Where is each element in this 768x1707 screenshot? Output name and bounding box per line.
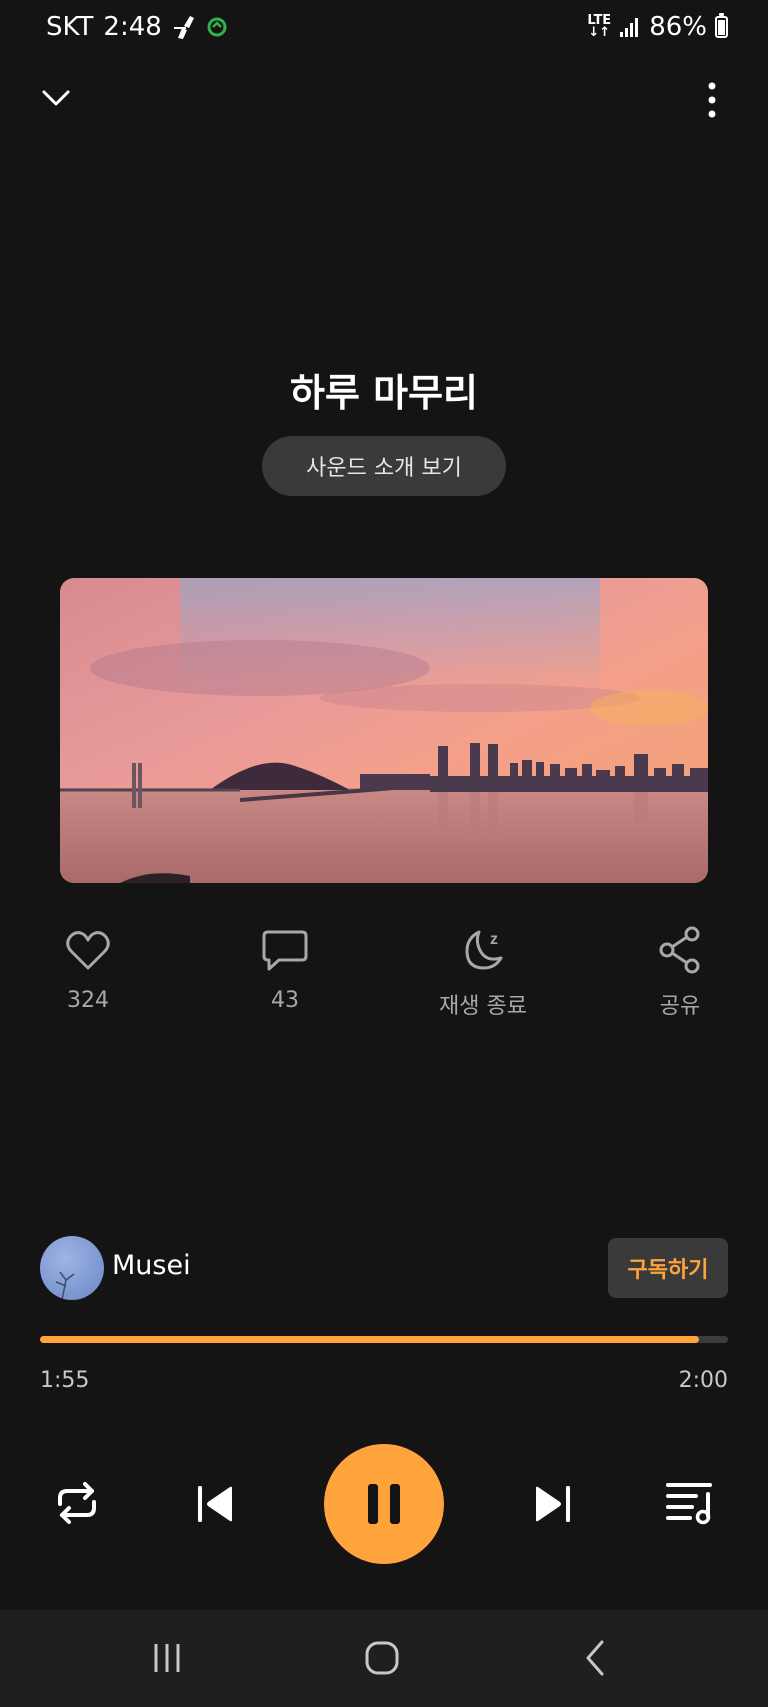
comment-icon bbox=[262, 930, 308, 971]
comment-count: 43 bbox=[271, 988, 299, 1013]
comment-button[interactable]: 43 bbox=[215, 924, 355, 1013]
track-title: 하루 마무리 bbox=[289, 371, 479, 415]
share-button[interactable]: 공유 bbox=[610, 924, 750, 1020]
elapsed-time: 1:55 bbox=[40, 1368, 90, 1393]
carrier-label: SKT bbox=[46, 12, 94, 42]
share-label: 공유 bbox=[659, 994, 701, 1019]
pause-icon bbox=[368, 1484, 400, 1524]
network-label: LTE bbox=[587, 13, 612, 28]
recent-apps-icon bbox=[154, 1644, 180, 1672]
moon-zz-icon: z bbox=[465, 930, 503, 970]
sleep-timer-label: 재생 종료 bbox=[439, 994, 527, 1019]
like-count: 324 bbox=[67, 988, 109, 1013]
network-type: LTE ↓↑ bbox=[587, 13, 612, 40]
system-nav-bar bbox=[0, 1610, 768, 1707]
avatar-image bbox=[55, 1271, 75, 1300]
view-sound-intro-button[interactable]: 사운드 소개 보기 bbox=[262, 436, 506, 496]
battery-percent: 86% bbox=[649, 12, 707, 42]
repeat-icon bbox=[58, 1482, 96, 1524]
home-button[interactable] bbox=[362, 1638, 402, 1678]
repeat-button[interactable] bbox=[52, 1478, 102, 1528]
pause-button[interactable] bbox=[324, 1444, 444, 1564]
previous-button[interactable] bbox=[196, 1484, 236, 1524]
status-bar: SKT 2:48 LTE ↓↑ 86% bbox=[0, 0, 768, 58]
sleep-timer-button[interactable]: z 재생 종료 bbox=[413, 924, 553, 1020]
battery-icon bbox=[715, 13, 728, 38]
music-player-screen: SKT 2:48 LTE ↓↑ 86% 하루 마무리 사운드 소개 보기 324… bbox=[0, 0, 768, 1707]
home-icon bbox=[365, 1641, 399, 1675]
subscribe-button[interactable]: 구독하기 bbox=[608, 1238, 728, 1298]
cover-art bbox=[60, 578, 708, 883]
chevron-down-icon bbox=[42, 90, 70, 106]
sync-icon bbox=[207, 17, 227, 37]
more-vertical-icon bbox=[708, 82, 716, 118]
svg-text:z: z bbox=[490, 931, 498, 948]
clock: 2:48 bbox=[103, 12, 162, 42]
channel-avatar[interactable] bbox=[40, 1236, 104, 1300]
status-left: SKT 2:48 bbox=[46, 12, 228, 42]
more-options-button[interactable] bbox=[700, 80, 724, 120]
status-right: LTE ↓↑ 86% bbox=[587, 12, 728, 42]
signal-icon bbox=[620, 18, 639, 37]
recent-apps-button[interactable] bbox=[148, 1638, 188, 1678]
share-icon bbox=[659, 926, 700, 974]
progress-fill bbox=[40, 1336, 700, 1343]
mic-icon bbox=[173, 16, 194, 39]
collapse-button[interactable] bbox=[38, 80, 74, 116]
progress-bar[interactable] bbox=[40, 1336, 728, 1343]
sunset-cityscape-image bbox=[60, 578, 708, 883]
total-time: 2:00 bbox=[678, 1368, 728, 1393]
skip-next-icon bbox=[536, 1486, 570, 1522]
heart-icon bbox=[66, 931, 110, 970]
queue-button[interactable] bbox=[666, 1478, 714, 1526]
skip-previous-icon bbox=[198, 1486, 232, 1522]
channel-name[interactable]: Musei bbox=[112, 1250, 191, 1281]
action-row: 324 43 z 재생 종료 공유 bbox=[0, 924, 768, 1024]
like-button[interactable]: 324 bbox=[18, 924, 158, 1013]
queue-music-icon bbox=[666, 1483, 712, 1525]
next-button[interactable] bbox=[532, 1484, 572, 1524]
back-icon bbox=[586, 1640, 604, 1676]
back-button[interactable] bbox=[576, 1638, 616, 1678]
